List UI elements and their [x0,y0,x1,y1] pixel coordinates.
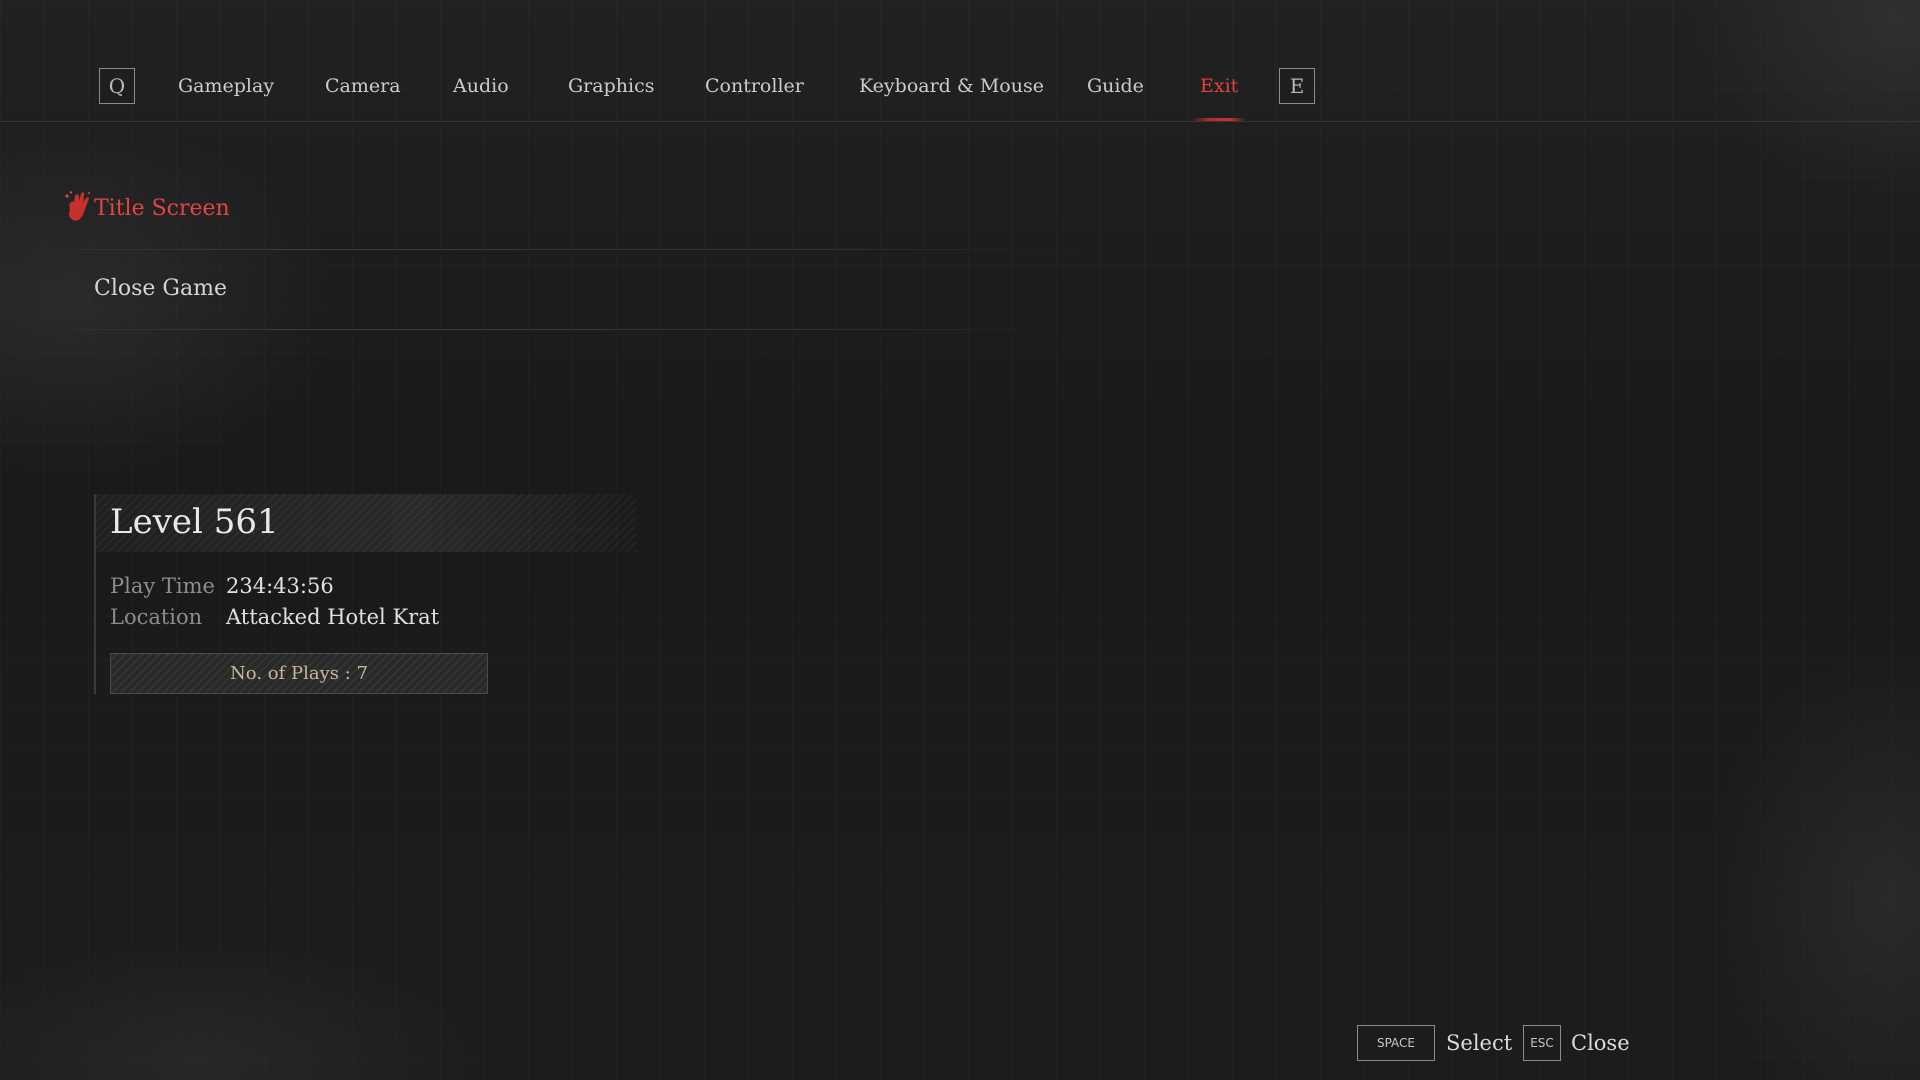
menu-divider [74,329,1084,330]
select-hint-label[interactable]: Select [1446,1025,1512,1061]
tab-audio[interactable]: Audio [453,68,509,104]
play-time-label: Play Time [110,574,215,598]
save-info-panel: Level 561 Play Time 234:43:56 Location Att… [94,494,636,694]
title-screen-label: Title Screen [94,196,230,221]
next-tab-key[interactable]: E [1279,68,1315,104]
tab-controller[interactable]: Controller [705,68,804,104]
prev-tab-key[interactable]: Q [99,68,135,104]
control-hints: SPACE Select ESC Close [1320,960,1920,1080]
space-key[interactable]: SPACE [1357,1025,1435,1061]
tab-camera[interactable]: Camera [325,68,401,104]
level-text: Level 561 [110,502,279,542]
location-label: Location [110,605,203,629]
play-time-row: Play Time 234:43:56 [110,574,334,598]
level-banner: Level 561 [96,494,636,552]
tab-exit[interactable]: Exit [1191,68,1247,121]
tab-gameplay[interactable]: Gameplay [178,68,274,104]
title-screen-option[interactable]: Title Screen [65,170,1084,250]
settings-tab-bar: Q Gameplay Camera Audio Graphics Control… [0,0,1920,122]
location-value: Attacked Hotel Krat [226,605,440,629]
plays-count: No. of Plays : 7 [110,653,488,694]
tab-graphics[interactable]: Graphics [568,68,654,104]
play-time-value: 234:43:56 [226,574,334,598]
location-row: Location Attacked Hotel Krat [110,605,439,629]
tab-guide[interactable]: Guide [1087,68,1144,104]
tab-keyboard-mouse[interactable]: Keyboard & Mouse [859,68,1044,104]
close-hint-label[interactable]: Close [1571,1025,1630,1061]
hand-icon [65,191,90,221]
esc-key[interactable]: ESC [1523,1025,1561,1061]
close-game-option[interactable]: Close Game [74,250,1084,330]
close-game-label: Close Game [94,276,227,301]
